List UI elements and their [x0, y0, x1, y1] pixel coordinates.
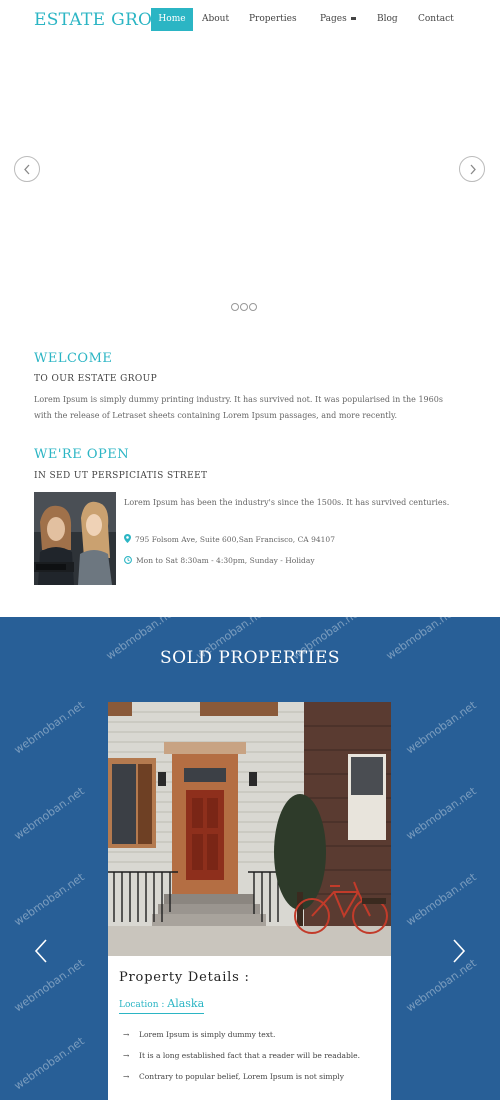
- watermark-text: webmoban.net: [11, 870, 87, 929]
- arrow-right-icon: →: [123, 1072, 130, 1081]
- welcome-title: WELCOME: [34, 351, 113, 366]
- chevron-right-icon[interactable]: [452, 939, 466, 967]
- map-pin-icon: [124, 534, 135, 544]
- open-title: WE'RE OPEN: [34, 447, 130, 462]
- property-details: Property Details : Location : Alaska → Lo…: [119, 970, 384, 1087]
- arrow-right-icon: →: [123, 1030, 130, 1039]
- list-item: → Lorem Ipsum is simply dummy text.: [119, 1024, 384, 1045]
- caret-down-icon: [350, 17, 356, 20]
- hours-line: Mon to Sat 8:30am - 4:30pm, Sunday - Hol…: [124, 556, 315, 565]
- slider-dots: [231, 296, 258, 315]
- nav-contact[interactable]: Contact: [418, 8, 454, 31]
- circle-chevron-left-icon[interactable]: [14, 156, 40, 182]
- watermark-text: webmoban.net: [403, 870, 479, 929]
- bullet-text: Contrary to popular belief, Lorem Ipsum …: [139, 1072, 344, 1081]
- hero-slider: [0, 40, 500, 311]
- open-text: Lorem Ipsum has been the industry's sinc…: [124, 498, 450, 507]
- clock-icon: [124, 556, 136, 565]
- office-photo: [34, 492, 116, 585]
- property-bullets: → Lorem Ipsum is simply dummy text. → It i…: [119, 1024, 384, 1087]
- watermark-text: webmoban.net: [403, 784, 479, 843]
- location-value: Alaska: [167, 997, 205, 1010]
- nav-pages-label: Pages: [320, 14, 347, 24]
- property-card[interactable]: Property Details : Location : Alaska → Lo…: [108, 702, 391, 1100]
- nav-properties[interactable]: Properties: [249, 8, 297, 31]
- arrow-right-icon: →: [123, 1051, 130, 1060]
- nav-home[interactable]: Home: [151, 8, 193, 31]
- watermark-text: webmoban.net: [11, 784, 87, 843]
- site-header: ESTATE GROUP Home About Properties Pages…: [0, 0, 500, 40]
- address-text: 795 Folsom Ave, Suite 600,San Francisco,…: [135, 535, 335, 544]
- welcome-text: Lorem Ipsum is simply dummy printing ind…: [34, 395, 443, 420]
- watermark-text: webmoban.net: [11, 956, 87, 1015]
- bullet-text: It is a long established fact that a rea…: [139, 1051, 360, 1060]
- slider-dot[interactable]: [231, 303, 239, 311]
- welcome-subtitle: TO OUR ESTATE GROUP: [34, 374, 158, 384]
- address-line: 795 Folsom Ave, Suite 600,San Francisco,…: [124, 534, 335, 544]
- list-item: → It is a long established fact that a re…: [119, 1045, 384, 1066]
- watermark-text: webmoban.net: [403, 956, 479, 1015]
- watermark-text: webmoban.net: [11, 1034, 87, 1093]
- property-location: Location : Alaska: [119, 997, 205, 1014]
- nav-pages[interactable]: Pages: [320, 8, 356, 31]
- location-label: Location :: [119, 1000, 168, 1010]
- bullet-text: Lorem Ipsum is simply dummy text.: [139, 1030, 276, 1039]
- sold-properties-section: webmoban.net webmoban.net webmoban.net w…: [0, 617, 500, 1100]
- open-info: Lorem Ipsum has been the industry's sinc…: [124, 495, 454, 565]
- open-subtitle: IN SED UT PERSPICIATIS STREET: [34, 471, 208, 481]
- slider-dot[interactable]: [240, 303, 248, 311]
- slider-dot[interactable]: [249, 303, 257, 311]
- property-details-heading: Property Details :: [119, 970, 250, 985]
- circle-chevron-right-icon[interactable]: [459, 156, 485, 182]
- list-item: → Contrary to popular belief, Lorem Ipsum…: [119, 1066, 384, 1087]
- nav-blog[interactable]: Blog: [377, 8, 398, 31]
- watermark-text: webmoban.net: [11, 698, 87, 757]
- nav-about[interactable]: About: [202, 8, 229, 31]
- chevron-left-icon[interactable]: [34, 939, 48, 967]
- sold-title: SOLD PROPERTIES: [159, 648, 341, 668]
- watermark-text: webmoban.net: [403, 698, 479, 757]
- hours-text: Mon to Sat 8:30am - 4:30pm, Sunday - Hol…: [136, 556, 315, 565]
- property-photo: [108, 702, 391, 956]
